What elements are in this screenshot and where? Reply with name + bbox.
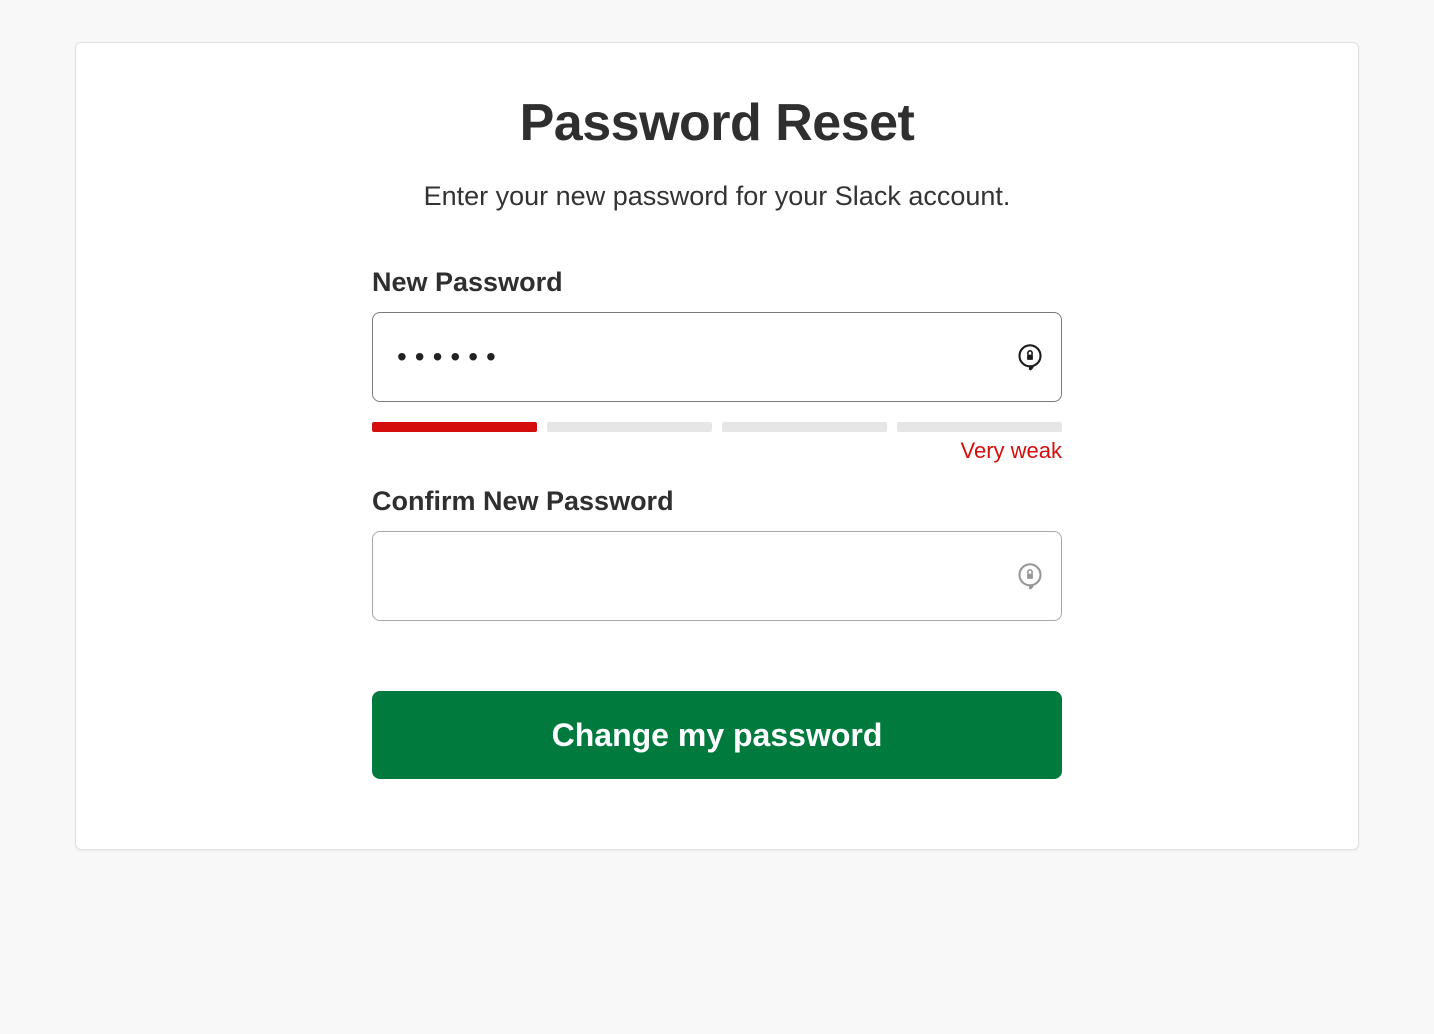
confirm-password-label: Confirm New Password (372, 486, 1062, 517)
change-password-button[interactable]: Change my password (372, 691, 1062, 779)
confirm-password-wrap (372, 531, 1062, 621)
confirm-password-input[interactable] (372, 531, 1062, 621)
password-strength-meter (372, 422, 1062, 432)
strength-segment-3 (722, 422, 887, 432)
strength-segment-2 (547, 422, 712, 432)
page-subtitle: Enter your new password for your Slack a… (372, 181, 1062, 212)
new-password-wrap (372, 312, 1062, 402)
strength-segment-1 (372, 422, 537, 432)
password-strength-label: Very weak (372, 438, 1062, 464)
new-password-label: New Password (372, 267, 1062, 298)
strength-segment-4 (897, 422, 1062, 432)
new-password-input[interactable] (372, 312, 1062, 402)
password-reset-card: Password Reset Enter your new password f… (75, 42, 1359, 850)
page-title: Password Reset (372, 93, 1062, 153)
